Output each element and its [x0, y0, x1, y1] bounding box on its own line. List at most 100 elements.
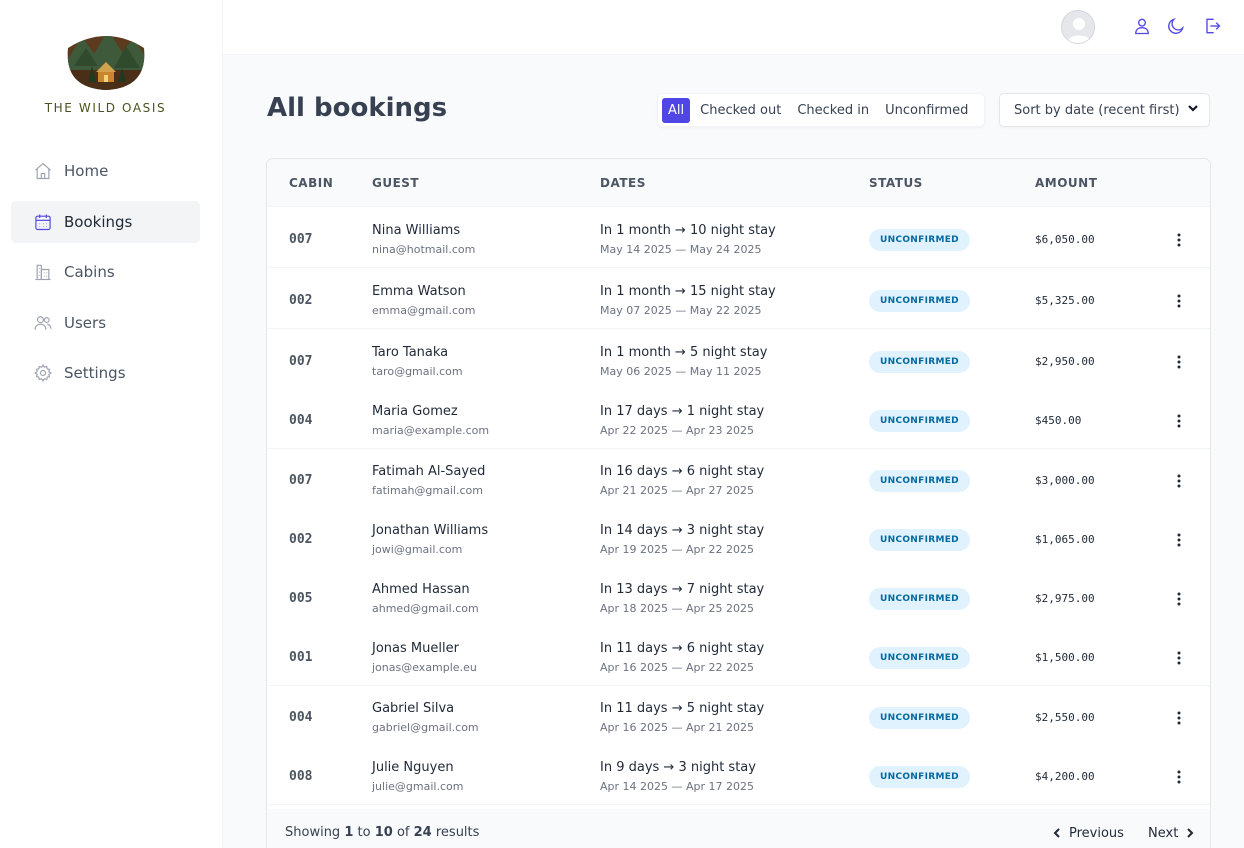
cabin-number: 004 [289, 710, 313, 725]
guest-email: nina@hotmail.com [372, 243, 476, 256]
table-row: 005 Ahmed Hassan ahmed@gmail.com In 13 days… [267, 567, 1210, 627]
home-icon [32, 160, 54, 182]
next-page-button[interactable]: Next [1144, 820, 1200, 846]
row-menu-button[interactable] [1167, 228, 1191, 252]
sidebar-item-label: Settings [64, 364, 126, 382]
stay-date-range: Apr 16 2025 — Apr 22 2025 [600, 661, 755, 674]
kebab-menu-icon [1171, 293, 1187, 309]
row-menu-button[interactable] [1167, 587, 1191, 611]
guest-name: Jonathan Williams [372, 523, 489, 538]
table-row: 004 Gabriel Silva gabriel@gmail.com In 11 d… [267, 686, 1210, 746]
filter-all[interactable]: All [662, 97, 691, 123]
row-menu-button[interactable] [1167, 469, 1191, 493]
stay-summary: In 9 days → 3 night stay [600, 760, 756, 775]
table-header: CABIN GUEST DATES STATUS AMOUNT [267, 159, 1210, 207]
table-row: 007 Fatimah Al-Sayed fatimah@gmail.com In 1… [267, 449, 1210, 509]
stay-date-range: May 06 2025 — May 11 2025 [600, 365, 762, 378]
sidebar: THE WILD OASIS Home Bookings Cabins User… [0, 0, 223, 848]
sidebar-item-cabins[interactable]: Cabins [11, 251, 200, 293]
kebab-menu-icon [1171, 769, 1187, 785]
status-badge: UNCONFIRMED [869, 647, 970, 669]
row-menu-button[interactable] [1167, 528, 1191, 552]
row-menu-button[interactable] [1167, 706, 1191, 730]
cabin-number: 007 [289, 354, 313, 369]
sidebar-item-bookings[interactable]: Bookings [11, 201, 200, 243]
table-row: 007 Nina Williams nina@hotmail.com In 1 mon… [267, 208, 1210, 268]
filter-checked-out[interactable]: Checked out [694, 98, 787, 123]
cabin-number: 005 [289, 591, 313, 606]
guest-name: Nina Williams [372, 223, 461, 238]
previous-label: Previous [1069, 825, 1124, 841]
page-title: All bookings [267, 93, 448, 123]
row-menu-button[interactable] [1167, 289, 1191, 313]
stay-date-range: Apr 14 2025 — Apr 17 2025 [600, 780, 755, 793]
kebab-menu-icon [1171, 591, 1187, 607]
row-menu-button[interactable] [1167, 765, 1191, 789]
sidebar-item-home[interactable]: Home [11, 150, 200, 192]
stay-summary: In 11 days → 5 night stay [600, 701, 765, 716]
status-badge: UNCONFIRMED [869, 410, 970, 432]
guest-name: Jonas Mueller [372, 641, 459, 656]
guest-email: gabriel@gmail.com [372, 721, 479, 734]
user-icon[interactable] [1132, 16, 1152, 36]
guest-name: Gabriel Silva [372, 701, 455, 716]
previous-page-button[interactable]: Previous [1047, 820, 1128, 846]
status-badge: UNCONFIRMED [869, 766, 970, 788]
table-row: 001 Jonas Mueller jonas@example.eu In 11 da… [267, 626, 1210, 686]
avatar[interactable] [1061, 10, 1095, 44]
kebab-menu-icon [1171, 413, 1187, 429]
building-icon [32, 261, 54, 283]
table-row: 002 Jonathan Williams jowi@gmail.com In 14 … [267, 508, 1210, 568]
stay-date-range: May 07 2025 — May 22 2025 [600, 304, 762, 317]
row-menu-button[interactable] [1167, 646, 1191, 670]
kebab-menu-icon [1171, 650, 1187, 666]
guest-name: Emma Watson [372, 284, 466, 299]
guest-email: jowi@gmail.com [372, 543, 463, 556]
table-row: 004 Maria Gomez maria@example.com In 17 day… [267, 389, 1210, 449]
pagination-suffix: results [435, 825, 480, 840]
status-badge: UNCONFIRMED [869, 707, 970, 729]
status-badge: UNCONFIRMED [869, 290, 970, 312]
chevron-left-icon [1053, 828, 1060, 838]
moon-icon[interactable] [1166, 16, 1186, 36]
guest-email: jonas@example.eu [372, 661, 477, 674]
guest-name: Fatimah Al-Sayed [372, 464, 486, 479]
sidebar-item-users[interactable]: Users [11, 302, 200, 344]
column-header-dates: DATES [600, 176, 646, 190]
booking-amount: $4,200.00 [1035, 770, 1095, 783]
filter-checked-in[interactable]: Checked in [791, 98, 875, 123]
gear-icon [32, 362, 54, 384]
logout-icon[interactable] [1202, 16, 1222, 36]
booking-amount: $1,500.00 [1035, 651, 1095, 664]
stay-date-range: Apr 22 2025 — Apr 23 2025 [600, 424, 755, 437]
guest-email: fatimah@gmail.com [372, 484, 483, 497]
booking-amount: $1,065.00 [1035, 533, 1095, 546]
column-header-status: STATUS [869, 176, 923, 190]
guest-name: Ahmed Hassan [372, 582, 470, 597]
filter-unconfirmed[interactable]: Unconfirmed [879, 98, 974, 123]
stay-summary: In 17 days → 1 night stay [600, 404, 765, 419]
kebab-menu-icon [1171, 710, 1187, 726]
status-badge: UNCONFIRMED [869, 529, 970, 551]
column-header-cabin: CABIN [289, 176, 334, 190]
sort-select[interactable]: Sort by date (recent first) [999, 93, 1210, 127]
kebab-menu-icon [1171, 532, 1187, 548]
sidebar-item-settings[interactable]: Settings [11, 352, 200, 394]
bookings-table: CABIN GUEST DATES STATUS AMOUNT 007 Nina … [266, 158, 1211, 848]
table-footer: Showing 1 to 10 of 24 results Previous N… [267, 809, 1210, 848]
booking-amount: $6,050.00 [1035, 233, 1095, 246]
guest-email: emma@gmail.com [372, 304, 476, 317]
users-icon [32, 312, 54, 334]
chevron-down-icon [1187, 102, 1199, 118]
stay-date-range: May 14 2025 — May 24 2025 [600, 243, 762, 256]
kebab-menu-icon [1171, 354, 1187, 370]
cabin-number: 008 [289, 769, 313, 784]
brand-name: THE WILD OASIS [44, 101, 167, 115]
pagination-to: 10 [374, 825, 393, 840]
row-menu-button[interactable] [1167, 350, 1191, 374]
row-menu-button[interactable] [1167, 409, 1191, 433]
booking-amount: $3,000.00 [1035, 474, 1095, 487]
stay-summary: In 11 days → 6 night stay [600, 641, 765, 656]
sidebar-item-label: Users [64, 314, 107, 332]
pagination-from: 1 [344, 825, 354, 840]
